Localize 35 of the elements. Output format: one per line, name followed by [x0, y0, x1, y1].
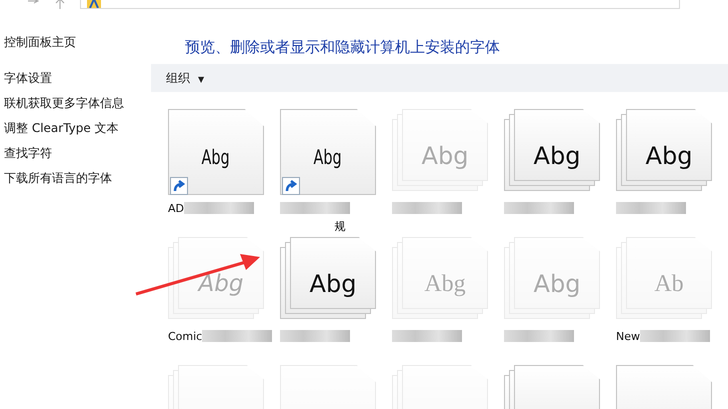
font-name: New	[616, 330, 640, 342]
font-sample: Abg	[310, 270, 356, 298]
sidebar-link[interactable]: 查找字符	[0, 141, 52, 166]
blurred-text	[280, 330, 350, 342]
font-file-icon[interactable]: Abg	[280, 109, 376, 195]
font-sample: Abg	[534, 142, 580, 170]
blurred-text	[504, 202, 574, 214]
blurred-text	[640, 330, 710, 342]
font-name: Comic	[168, 330, 202, 342]
blurred-text	[392, 202, 462, 214]
font-sample: Ab	[654, 270, 684, 298]
font-sample: Abg	[424, 270, 466, 298]
blurred-text	[392, 330, 462, 342]
font-file-icon[interactable]: Abg	[168, 109, 264, 195]
blurred-text	[184, 202, 254, 214]
font-folder-icon	[87, 0, 101, 8]
page-heading: 预览、删除或者显示和隐藏计算机上安装的字体	[185, 38, 500, 58]
sidebar-link[interactable]: 下载所有语言的字体	[0, 166, 112, 191]
font-sample: Abg	[202, 145, 230, 169]
blurred-text	[202, 330, 272, 342]
blurred-text	[280, 202, 350, 214]
font-sample: Abg	[534, 270, 580, 298]
blurred-text	[616, 202, 686, 214]
sidebar-link[interactable]: 控制面板主页	[0, 30, 76, 55]
sidebar-link[interactable]: 联机获取更多字体信息	[0, 91, 124, 116]
font-sample: Abg	[646, 142, 692, 170]
blurred-text	[504, 330, 574, 342]
font-name: 规	[334, 219, 346, 234]
organize-menu-button[interactable]: 组织 ▼	[161, 68, 210, 88]
sidebar-link[interactable]: 调整 ClearType 文本	[0, 116, 119, 141]
font-sample: Abg	[314, 145, 342, 169]
font-name: AD	[168, 202, 184, 214]
font-sample: Abg	[422, 142, 468, 170]
sidebar-link[interactable]: 字体设置	[0, 66, 52, 91]
font-sample: Abg	[198, 271, 244, 297]
